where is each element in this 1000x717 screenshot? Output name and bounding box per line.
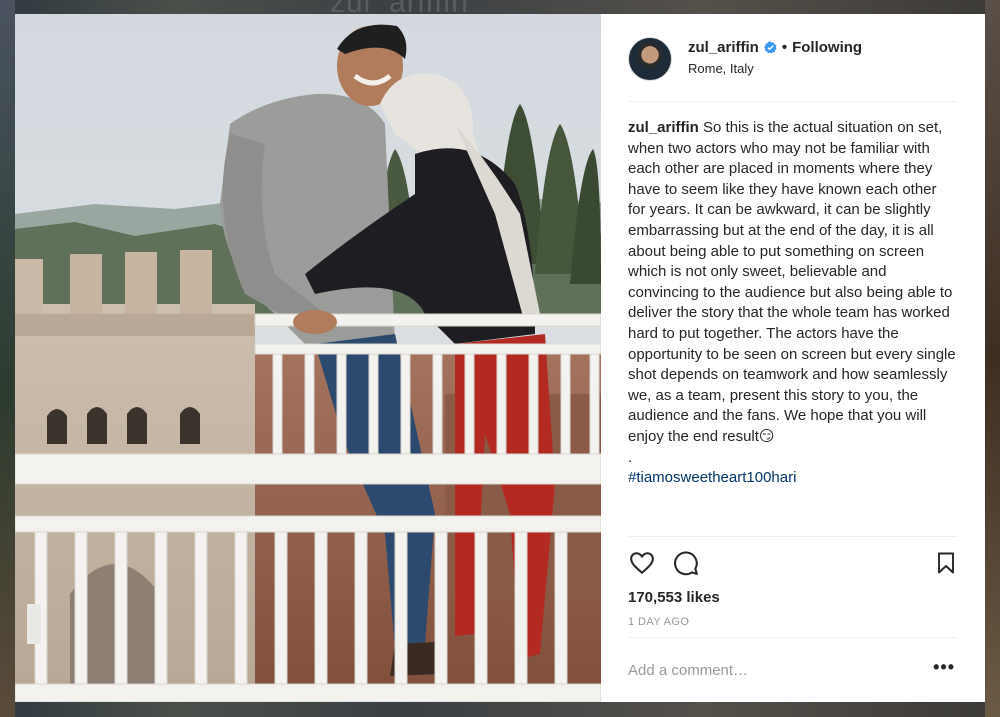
header-separator: • — [781, 39, 788, 56]
post-modal: zul_ariffin • Following Rome, Italy zul_… — [15, 14, 985, 702]
like-button[interactable] — [628, 549, 656, 577]
post-header: zul_ariffin • Following Rome, Italy — [628, 14, 957, 102]
hashtag-link[interactable]: #tiamosweetheart100hari — [628, 468, 958, 489]
verified-badge-icon — [764, 41, 777, 54]
heart-icon — [630, 552, 654, 575]
post-details-panel: zul_ariffin • Following Rome, Italy zul_… — [601, 14, 985, 702]
backdrop-right-thumbnail — [985, 0, 1000, 717]
post-caption: zul_ariffin So this is the actual situat… — [628, 118, 958, 489]
more-options-button[interactable]: ••• — [933, 657, 955, 678]
save-button[interactable] — [932, 549, 960, 577]
backdrop-left-thumbnail — [0, 0, 15, 717]
comment-input[interactable] — [628, 661, 934, 679]
avatar[interactable] — [628, 36, 672, 81]
comment-bubble-icon — [674, 551, 698, 576]
post-photo-image — [15, 14, 601, 702]
comment-button[interactable] — [672, 549, 700, 577]
username-link[interactable]: zul_ariffin — [688, 39, 759, 56]
post-actions: 170,553 likes 1 DAY AGO — [628, 536, 957, 628]
following-button[interactable]: Following — [792, 39, 862, 56]
comment-form: ••• — [628, 637, 957, 702]
bookmark-icon — [938, 552, 954, 574]
post-photo[interactable] — [15, 14, 601, 702]
caption-username-link[interactable]: zul_ariffin — [628, 119, 699, 136]
post-timestamp[interactable]: 1 DAY AGO — [628, 616, 957, 628]
caption-period: . — [628, 448, 633, 466]
likes-count[interactable]: 170,553 likes — [628, 589, 957, 606]
caption-text: So this is the actual situation on set, … — [628, 119, 956, 445]
location-link[interactable]: Rome, Italy — [688, 61, 862, 76]
